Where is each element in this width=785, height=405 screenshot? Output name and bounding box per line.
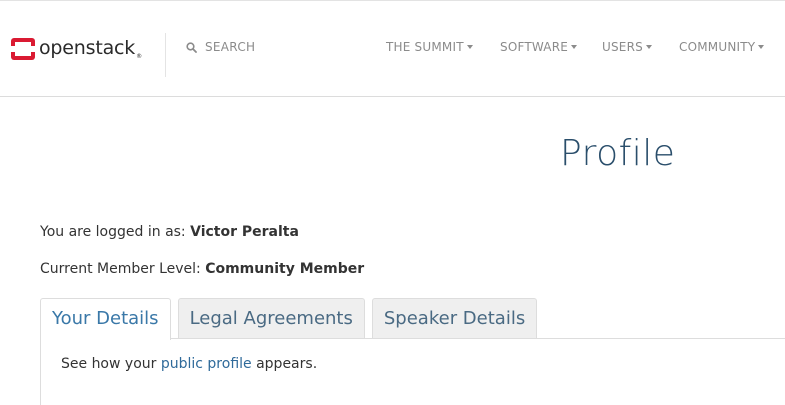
member-level-value: Community Member (205, 261, 365, 277)
nav-community[interactable]: COMMUNITY (679, 40, 765, 54)
openstack-logo[interactable]: openstack® (10, 36, 142, 62)
openstack-logo-icon (10, 38, 36, 60)
nav-users[interactable]: USERS (602, 40, 652, 54)
public-profile-link[interactable]: public profile (161, 356, 252, 372)
caret-down-icon (571, 45, 578, 49)
caret-down-icon (466, 45, 473, 49)
nav-software[interactable]: SOFTWARE (500, 40, 578, 54)
logged-in-line: You are logged in as: Victor Peralta (40, 224, 299, 240)
search-placeholder[interactable]: SEARCH (205, 40, 255, 54)
nav-label: SOFTWARE (500, 40, 569, 54)
nav-label: COMMUNITY (679, 40, 756, 54)
logo-text: openstack® (39, 37, 142, 60)
note-text-before: See how your (61, 356, 157, 372)
nav-the-summit[interactable]: THE SUMMIT (386, 40, 473, 54)
note-text-after: appears. (256, 356, 318, 372)
header-divider (165, 33, 166, 77)
user-name: Victor Peralta (190, 224, 299, 240)
panel-border (40, 339, 41, 405)
search-field[interactable]: SEARCH (186, 40, 255, 54)
tab-speaker-details[interactable]: Speaker Details (371, 298, 538, 339)
member-level-label: Current Member Level: (40, 261, 201, 277)
caret-down-icon (645, 45, 652, 49)
logged-in-label: You are logged in as: (40, 224, 186, 240)
public-profile-note: See how your public profile appears. (61, 356, 317, 372)
search-icon (186, 41, 197, 53)
nav-label: THE SUMMIT (386, 40, 464, 54)
member-level-line: Current Member Level: Community Member (40, 261, 364, 277)
nav-label: USERS (602, 40, 643, 54)
profile-tabs: Your Details Legal Agreements Speaker De… (40, 298, 544, 340)
site-header: openstack® SEARCH THE SUMMIT SOFTWARE US… (0, 0, 785, 97)
tab-your-details[interactable]: Your Details (40, 298, 171, 340)
page-title: Profile (560, 133, 676, 174)
caret-down-icon (758, 45, 765, 49)
tab-legal-agreements[interactable]: Legal Agreements (177, 298, 365, 339)
